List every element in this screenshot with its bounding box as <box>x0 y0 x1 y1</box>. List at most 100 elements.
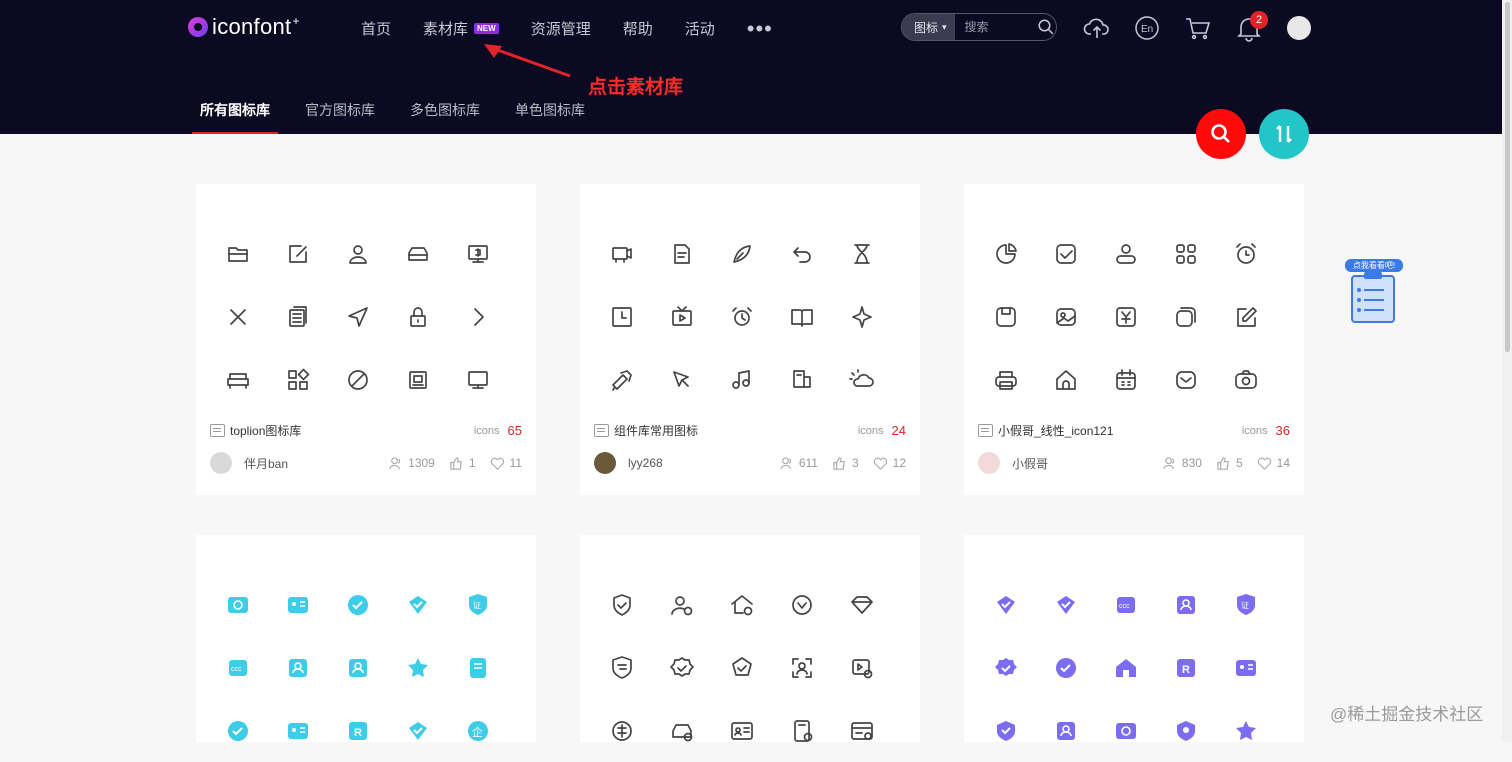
logo[interactable]: iconfont + <box>188 14 299 40</box>
tab-multicolor-libraries[interactable]: 多色图标库 <box>410 100 480 120</box>
preview-icon[interactable] <box>1036 636 1096 699</box>
floating-search-button[interactable] <box>1196 109 1246 159</box>
author-avatar[interactable] <box>978 452 1000 474</box>
preview-icon[interactable] <box>328 573 388 636</box>
preview-icon[interactable] <box>268 285 328 348</box>
preview-icon[interactable] <box>1216 348 1276 411</box>
preview-icon[interactable] <box>1156 573 1216 636</box>
preview-icon[interactable] <box>976 348 1036 411</box>
preview-icon[interactable] <box>208 285 268 348</box>
preview-icon[interactable]: ccc <box>208 636 268 699</box>
preview-icon[interactable] <box>772 222 832 285</box>
more-menu-icon[interactable]: ••• <box>747 17 773 39</box>
nav-item-resources[interactable]: 资源管理 <box>531 18 591 39</box>
preview-icon[interactable] <box>592 222 652 285</box>
preview-icon[interactable] <box>1156 348 1216 411</box>
cart-icon[interactable] <box>1184 14 1212 42</box>
preview-icon[interactable] <box>208 348 268 411</box>
preview-icon[interactable] <box>268 636 328 699</box>
preview-icon[interactable] <box>976 573 1036 636</box>
preview-icon[interactable] <box>976 285 1036 348</box>
library-title[interactable]: toplion图标库 <box>230 422 301 439</box>
preview-icon[interactable] <box>592 573 652 636</box>
nav-item-home[interactable]: 首页 <box>361 18 391 39</box>
preview-icon[interactable] <box>448 636 508 699</box>
preview-icon[interactable] <box>832 222 892 285</box>
preview-icon[interactable] <box>1036 699 1096 762</box>
preview-icon[interactable] <box>712 573 772 636</box>
preview-icon[interactable] <box>268 222 328 285</box>
preview-icon[interactable] <box>592 348 652 411</box>
preview-icon[interactable] <box>1096 222 1156 285</box>
preview-icon[interactable] <box>832 285 892 348</box>
nav-item-activity[interactable]: 活动 <box>685 18 715 39</box>
preview-icon[interactable] <box>652 699 712 762</box>
preview-icon[interactable] <box>832 348 892 411</box>
preview-icon[interactable] <box>328 222 388 285</box>
search-type-select[interactable]: 图标 ▾ <box>902 14 955 40</box>
preview-icon[interactable]: 证 <box>1216 573 1276 636</box>
preview-icon[interactable] <box>328 348 388 411</box>
scrollbar-thumb[interactable] <box>1505 2 1510 352</box>
preview-icon[interactable] <box>832 636 892 699</box>
nav-item-help[interactable]: 帮助 <box>623 18 653 39</box>
preview-icon[interactable] <box>712 699 772 762</box>
preview-icon[interactable] <box>1036 285 1096 348</box>
preview-icon[interactable] <box>208 573 268 636</box>
preview-icon[interactable] <box>652 222 712 285</box>
preview-icon[interactable] <box>772 285 832 348</box>
preview-icon[interactable] <box>448 348 508 411</box>
preview-icon[interactable] <box>1096 699 1156 762</box>
preview-icon[interactable] <box>1096 348 1156 411</box>
preview-icon[interactable] <box>772 348 832 411</box>
preview-icon[interactable] <box>712 348 772 411</box>
preview-icon[interactable] <box>1216 285 1276 348</box>
library-card[interactable]: toplion图标库 icons 65 伴月ban 1309 1 11 <box>196 184 536 495</box>
preview-icon[interactable] <box>1216 636 1276 699</box>
preview-icon[interactable] <box>388 699 448 762</box>
floating-sort-button[interactable] <box>1259 109 1309 159</box>
author-avatar[interactable] <box>210 452 232 474</box>
tab-all-libraries[interactable]: 所有图标库 <box>192 100 278 134</box>
preview-icon[interactable] <box>388 636 448 699</box>
preview-icon[interactable] <box>772 699 832 762</box>
preview-icon[interactable] <box>448 285 508 348</box>
preview-icon[interactable] <box>388 285 448 348</box>
preview-icon[interactable] <box>268 699 328 762</box>
nav-item-library[interactable]: 素材库 NEW <box>423 18 499 39</box>
preview-icon[interactable] <box>1036 222 1096 285</box>
preview-icon[interactable] <box>1216 699 1276 762</box>
library-card[interactable] <box>580 535 920 742</box>
preview-icon[interactable] <box>712 636 772 699</box>
user-avatar[interactable] <box>1287 16 1311 40</box>
preview-icon[interactable] <box>712 285 772 348</box>
library-card[interactable]: 小假哥_线性_icon121 icons 36 小假哥 830 5 14 <box>964 184 1304 495</box>
tab-monochrome-libraries[interactable]: 单色图标库 <box>515 100 585 120</box>
preview-icon[interactable] <box>1216 222 1276 285</box>
preview-icon[interactable] <box>208 699 268 762</box>
preview-icon[interactable] <box>976 636 1036 699</box>
library-card[interactable]: 证 ccc R 企 <box>196 535 536 742</box>
preview-icon[interactable] <box>1156 222 1216 285</box>
search-input[interactable] <box>962 19 1031 35</box>
preview-icon[interactable] <box>712 222 772 285</box>
author-avatar[interactable] <box>594 452 616 474</box>
preview-icon[interactable] <box>652 285 712 348</box>
preview-icon[interactable] <box>652 573 712 636</box>
preview-icon[interactable] <box>1096 285 1156 348</box>
preview-icon[interactable] <box>268 573 328 636</box>
preview-icon[interactable] <box>1036 573 1096 636</box>
author-name[interactable]: 伴月ban <box>244 455 288 472</box>
preview-icon[interactable] <box>268 348 328 411</box>
preview-icon[interactable] <box>976 699 1036 762</box>
preview-icon[interactable] <box>448 222 508 285</box>
preview-icon[interactable]: R <box>1156 636 1216 699</box>
library-title[interactable]: 组件库常用图标 <box>614 422 698 439</box>
library-card[interactable]: 组件库常用图标 icons 24 lyy268 611 3 12 <box>580 184 920 495</box>
preview-icon[interactable] <box>1096 636 1156 699</box>
preview-icon[interactable] <box>328 636 388 699</box>
preview-icon[interactable]: 企 <box>448 699 508 762</box>
preview-icon[interactable]: R <box>328 699 388 762</box>
preview-icon[interactable] <box>652 636 712 699</box>
preview-icon[interactable] <box>832 573 892 636</box>
